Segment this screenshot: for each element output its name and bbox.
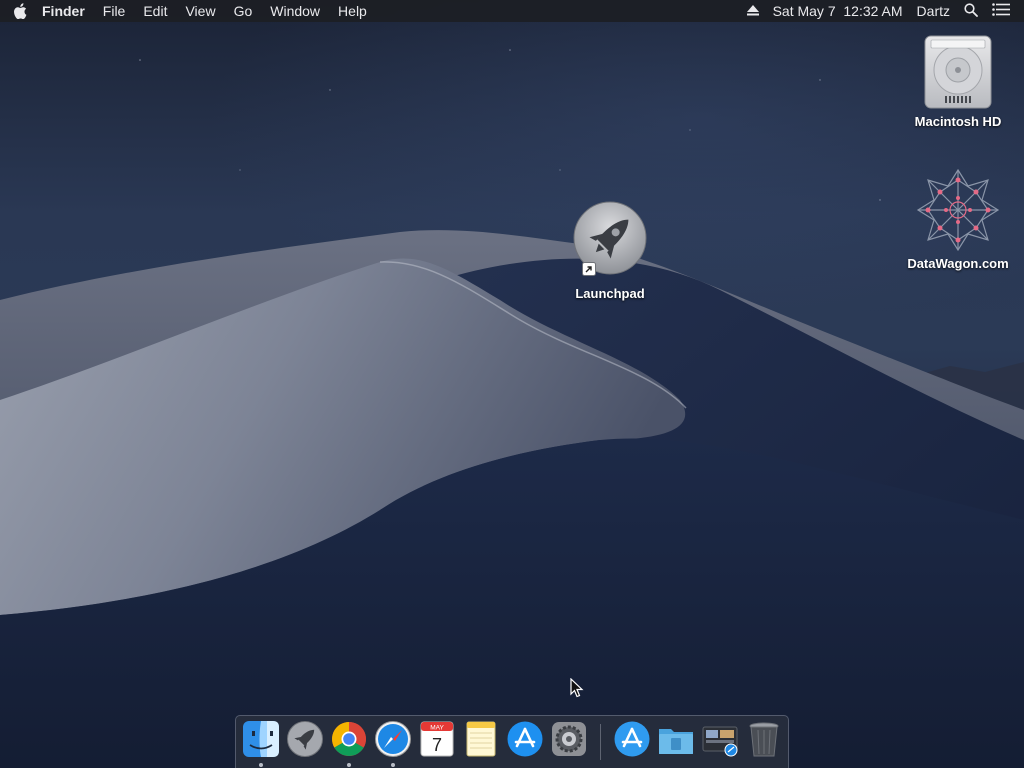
desktop-icon-launchpad[interactable]: Launchpad <box>555 198 665 301</box>
notes-icon <box>466 721 496 757</box>
safari-icon <box>375 721 411 757</box>
app-store-icon <box>507 721 543 757</box>
desktop-wallpaper <box>0 49 1024 768</box>
trash-icon <box>749 722 779 757</box>
calendar-day: 7 <box>432 735 442 755</box>
dock-item-finder[interactable] <box>241 720 281 767</box>
dock: MAY 7 <box>235 715 789 768</box>
menu-file[interactable]: File <box>94 0 135 22</box>
desktop[interactable]: Finder File Edit View Go Window Help Sat… <box>0 0 1024 768</box>
menu-user[interactable]: Dartz <box>917 3 950 19</box>
hard-drive-icon <box>924 35 992 109</box>
dock-item-calendar[interactable]: MAY 7 <box>417 720 457 762</box>
dock-item-applications[interactable] <box>612 720 652 762</box>
finder-icon <box>243 721 279 757</box>
downloads-stack-icon <box>702 726 738 757</box>
running-indicator <box>259 763 263 767</box>
menu-help[interactable]: Help <box>329 0 376 22</box>
menu-app-name[interactable]: Finder <box>40 0 94 22</box>
menu-window[interactable]: Window <box>261 0 329 22</box>
desktop-icon-datawagon[interactable]: DataWagon.com <box>903 168 1013 271</box>
apple-logo-icon[interactable] <box>0 0 40 22</box>
calendar-icon: MAY 7 <box>420 721 454 757</box>
alias-arrow-icon <box>582 262 596 276</box>
chrome-icon <box>332 722 366 756</box>
running-indicator <box>347 763 351 767</box>
network-volume-icon <box>916 168 1000 252</box>
desktop-icon-macintosh-hd[interactable]: Macintosh HD <box>903 32 1013 129</box>
dock-item-downloads[interactable] <box>700 720 740 762</box>
desktop-icon-label: DataWagon.com <box>907 256 1009 271</box>
mouse-pointer-icon <box>570 678 584 698</box>
dock-item-app-store[interactable] <box>505 720 545 762</box>
documents-folder-icon <box>659 729 693 754</box>
dock-item-safari[interactable] <box>373 720 413 767</box>
dock-item-trash[interactable] <box>744 720 784 762</box>
desktop-icon-label: Launchpad <box>575 286 645 301</box>
dock-item-chrome[interactable] <box>329 720 369 767</box>
running-indicator <box>391 763 395 767</box>
applications-folder-icon <box>614 721 650 757</box>
dock-item-launchpad[interactable] <box>285 720 325 762</box>
menu-view[interactable]: View <box>176 0 224 22</box>
notification-center-icon[interactable] <box>992 3 1010 19</box>
launchpad-icon <box>287 721 323 757</box>
menu-bar: Finder File Edit View Go Window Help Sat… <box>0 0 1024 22</box>
calendar-month: MAY <box>430 725 444 732</box>
menu-clock[interactable]: Sat May 7 12:32 AM <box>773 3 903 19</box>
system-preferences-icon <box>552 722 586 756</box>
desktop-icon-label: Macintosh HD <box>914 114 1002 129</box>
dock-item-documents[interactable] <box>656 720 696 762</box>
spotlight-search-icon[interactable] <box>964 2 978 20</box>
dock-item-system-preferences[interactable] <box>549 720 589 762</box>
menu-go[interactable]: Go <box>225 0 262 22</box>
menu-edit[interactable]: Edit <box>134 0 176 22</box>
eject-icon[interactable] <box>746 3 759 19</box>
dock-item-notes[interactable] <box>461 720 501 762</box>
dock-separator <box>600 724 601 760</box>
